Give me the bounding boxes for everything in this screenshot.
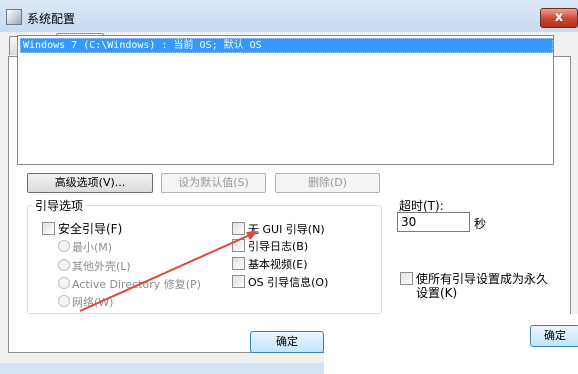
base-video-checkbox[interactable] xyxy=(232,257,245,270)
minimal-radio[interactable] xyxy=(58,240,70,252)
make-permanent-checkbox[interactable] xyxy=(400,272,413,285)
window-title: 系统配置 xyxy=(27,12,76,26)
ok-button[interactable]: 确定 xyxy=(250,331,324,353)
timeout-input[interactable]: 30 xyxy=(397,212,470,232)
no-gui-boot-checkbox[interactable] xyxy=(232,222,245,235)
safe-boot-label: 安全引导(F) xyxy=(58,222,123,236)
os-list[interactable]: Windows 7 (C:\Windows) : 当前 OS; 默认 OS xyxy=(17,35,554,165)
minimal-label: 最小(M) xyxy=(72,241,113,254)
app-icon xyxy=(6,9,22,25)
os-boot-info-label: OS 引导信息(O) xyxy=(248,276,329,289)
alternate-shell-label: 其他外壳(L) xyxy=(72,260,131,273)
ad-repair-label: Active Directory 修复(P) xyxy=(72,278,201,291)
no-gui-boot-label: 无 GUI 引导(N) xyxy=(248,223,325,236)
network-radio[interactable] xyxy=(58,295,70,307)
timeout-unit: 秒 xyxy=(474,217,487,231)
advanced-options-button[interactable]: 高级选项(V)... xyxy=(27,173,153,193)
os-boot-info-checkbox[interactable] xyxy=(232,275,245,288)
title-bar: 系统配置 x xyxy=(0,0,578,32)
set-default-button[interactable]: 设为默认值(S) xyxy=(161,173,266,193)
base-video-label: 基本视频(E) xyxy=(248,258,308,271)
boot-log-checkbox[interactable] xyxy=(232,239,245,252)
network-label: 网络(W) xyxy=(72,296,114,309)
list-item[interactable]: Windows 7 (C:\Windows) : 当前 OS; 默认 OS xyxy=(20,38,553,53)
ad-repair-radio[interactable] xyxy=(58,277,70,289)
safe-boot-checkbox[interactable] xyxy=(42,222,55,235)
system-config-window: 系统配置 x 常规 引导 服务 启动 工具 Windows 7 (C:\Wind… xyxy=(0,0,578,374)
boot-options-label: 引导选项 xyxy=(32,197,87,214)
alternate-shell-radio[interactable] xyxy=(58,259,70,271)
make-permanent-label-line2: 设置(K) xyxy=(416,286,458,300)
ok-button-partial[interactable]: 确定 xyxy=(530,325,578,347)
boot-log-label: 引导日志(B) xyxy=(248,240,309,253)
close-button[interactable]: x xyxy=(540,8,578,28)
delete-button[interactable]: 删除(D) xyxy=(275,173,380,193)
